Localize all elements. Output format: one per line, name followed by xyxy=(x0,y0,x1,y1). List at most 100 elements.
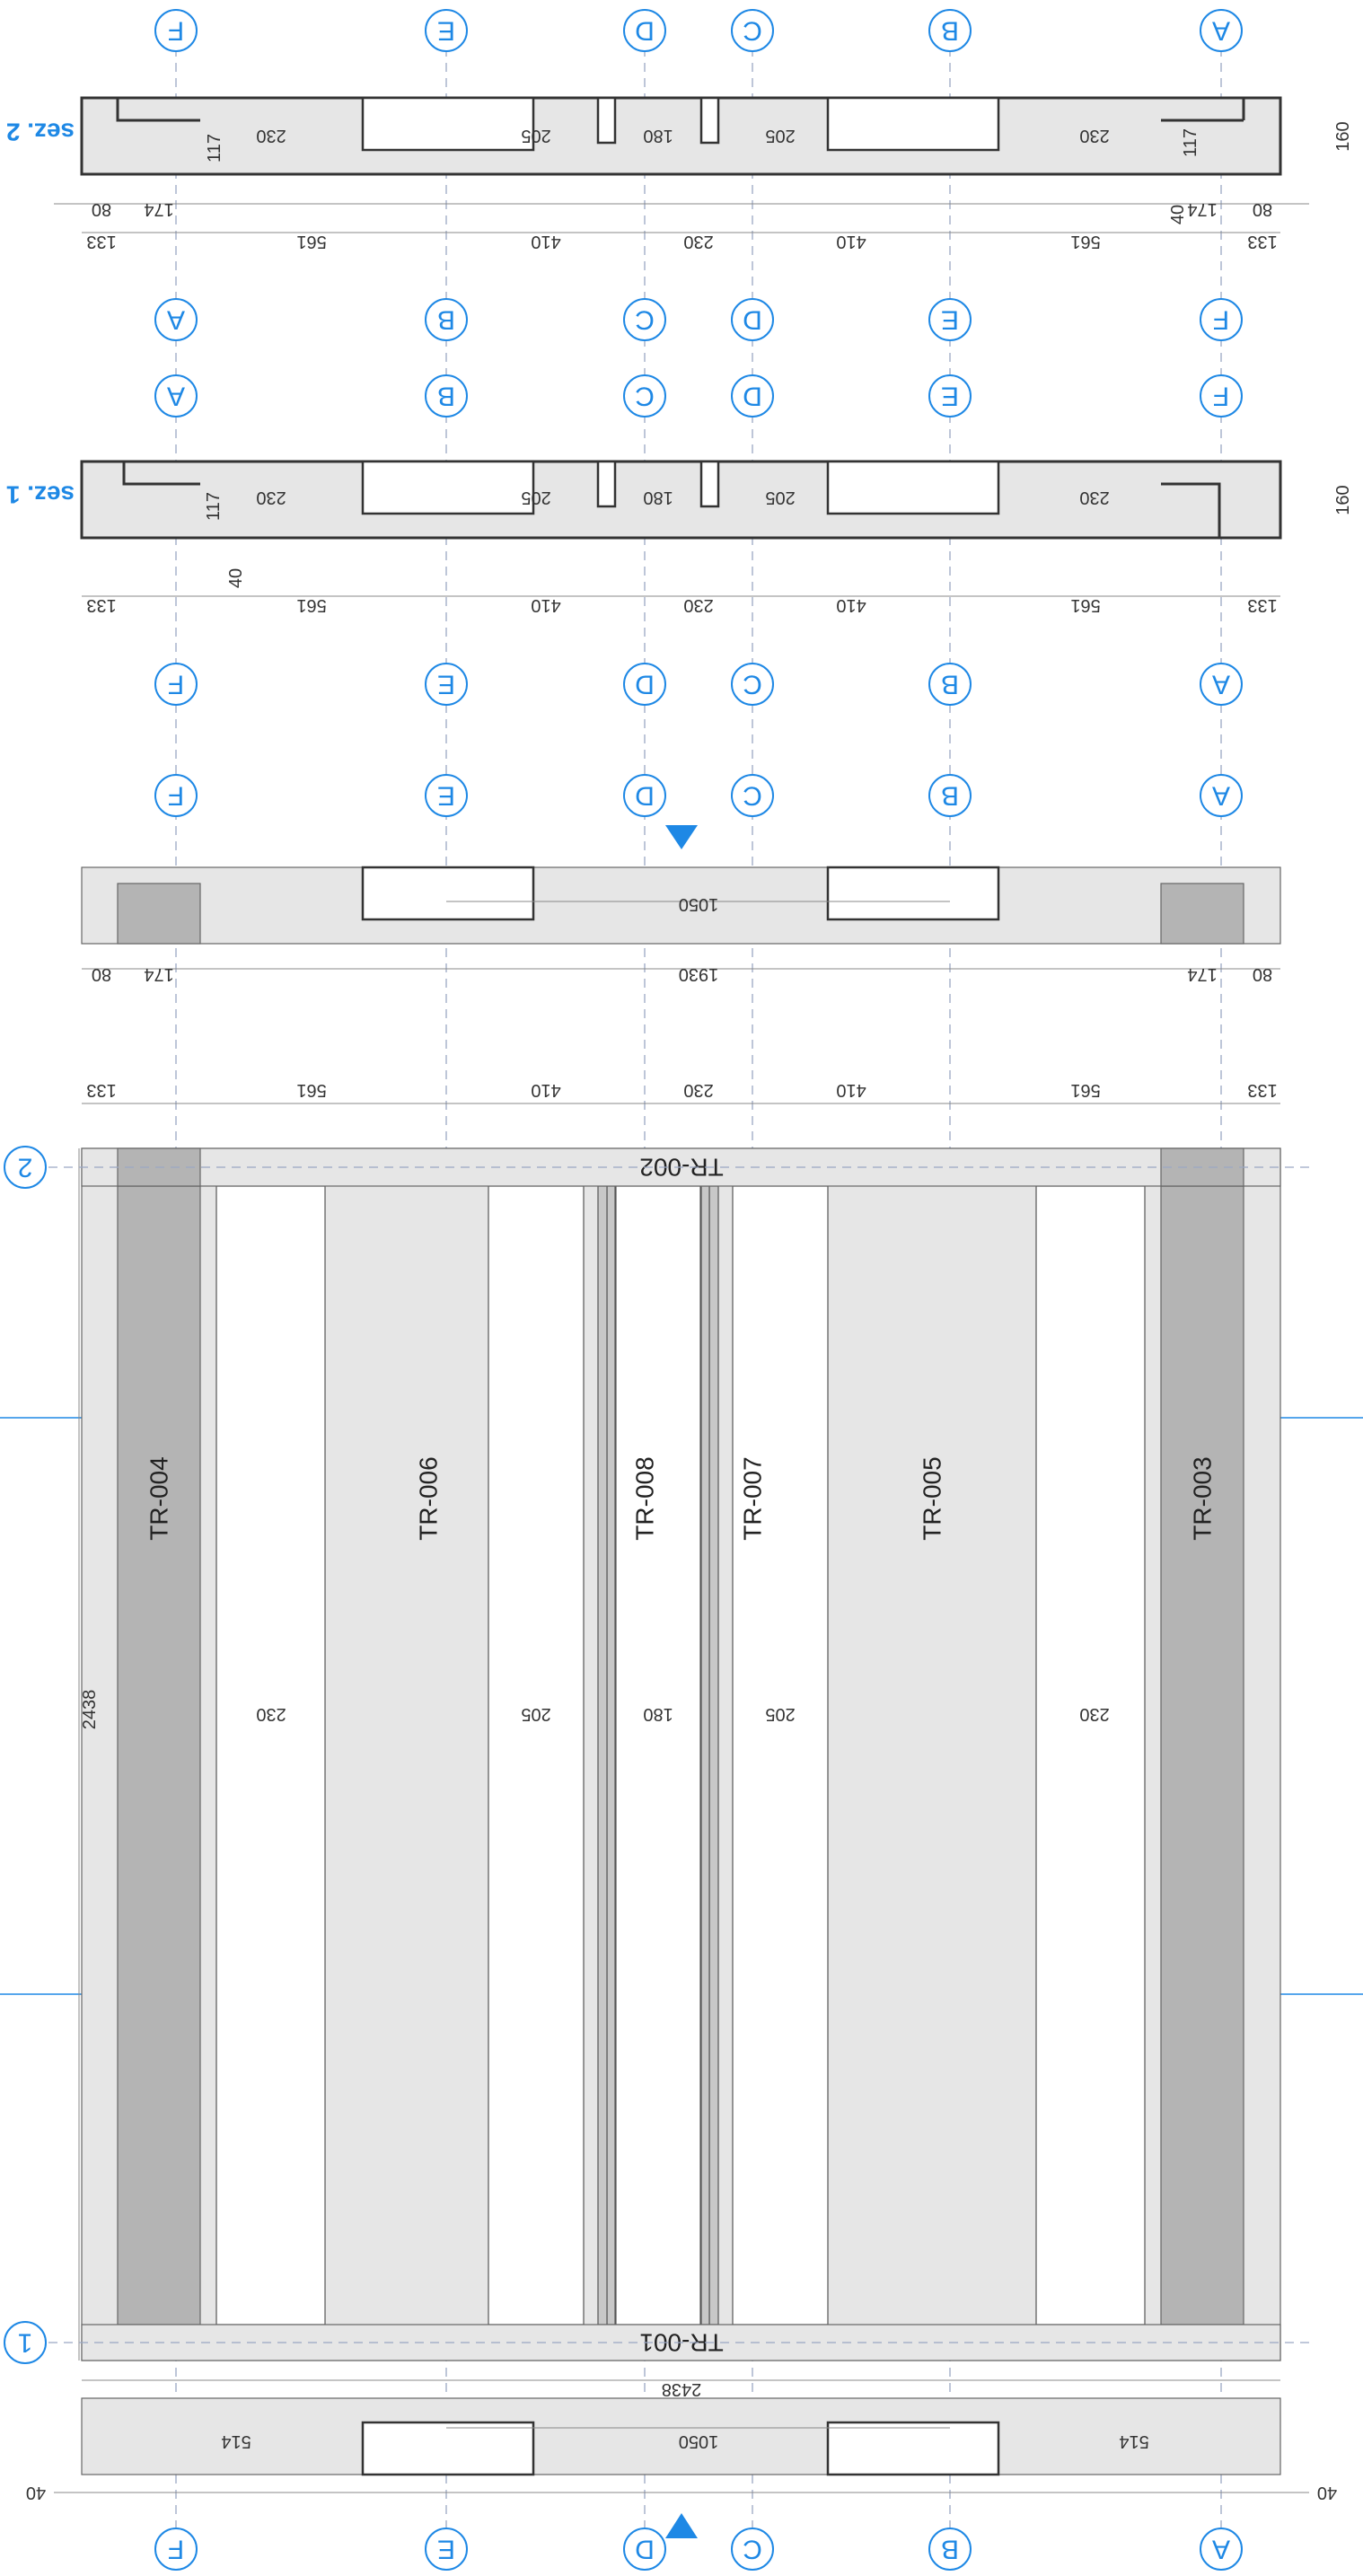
bubble-E-row1[interactable]: E xyxy=(425,774,468,817)
bubble-D-row3[interactable]: D xyxy=(731,374,774,418)
s2-dim-230-right: 230 xyxy=(256,126,286,145)
s1-dim-230-left: 230 xyxy=(1079,488,1109,507)
beam-TR-004 xyxy=(117,1185,201,2325)
svg-text:B: B xyxy=(437,382,455,411)
bubble-B-row3[interactable]: B xyxy=(425,374,468,418)
section-1-void-right xyxy=(361,460,535,515)
bubble-A-row0[interactable]: A xyxy=(1200,2528,1243,2571)
bubble-F-row3[interactable]: F xyxy=(1200,374,1243,418)
svg-text:A: A xyxy=(1212,2535,1230,2564)
bubble-C-row5[interactable]: C xyxy=(731,9,774,52)
svg-text:B: B xyxy=(941,2535,959,2564)
s2-dim-230-left: 230 xyxy=(1079,126,1109,145)
dim-230-left: 230 xyxy=(1079,1704,1109,1724)
svg-text:E: E xyxy=(437,781,455,811)
section-1-slot-2 xyxy=(596,460,617,508)
svg-text:E: E xyxy=(941,382,959,411)
bubble-F-row4[interactable]: F xyxy=(1200,298,1243,341)
s2-dim-133-left: 133 xyxy=(1247,232,1277,251)
bubble-F-row5[interactable]: F xyxy=(154,9,198,52)
label-TR-003: TR-003 xyxy=(1189,1456,1217,1540)
bubble-B-row0[interactable]: B xyxy=(928,2528,972,2571)
s1-dim-230-center: 230 xyxy=(683,595,713,615)
bubble-B-row4[interactable]: B xyxy=(425,298,468,341)
s2-dim-561-left: 561 xyxy=(1070,232,1100,251)
bubble-D-row5[interactable]: D xyxy=(623,9,666,52)
s2-dim-133-right: 133 xyxy=(86,232,116,251)
bubble-D-row0[interactable]: D xyxy=(623,2528,666,2571)
elevation-top-beam-right xyxy=(1160,883,1244,945)
s2-dim-410-left: 410 xyxy=(836,232,866,251)
beam-TR-003 xyxy=(1160,1185,1244,2325)
bubble-B-row5[interactable]: B xyxy=(928,9,972,52)
bubble-F-row2[interactable]: F xyxy=(154,663,198,706)
dim-80-right: 80 xyxy=(92,964,111,984)
elevation-top-void-right xyxy=(361,866,535,921)
bubble-E-row4[interactable]: E xyxy=(928,298,972,341)
dim-80-left: 80 xyxy=(1253,964,1272,984)
dim-40-right: 40 xyxy=(26,2483,46,2502)
svg-text:C: C xyxy=(743,16,762,46)
dim-561-right: 561 xyxy=(296,1080,326,1100)
section-1: 230 205 180 205 230 117 40 160 133 561 4… xyxy=(6,460,1353,615)
label-TR-007: TR-007 xyxy=(739,1456,767,1540)
s2-dim-117-left: 117 xyxy=(1181,128,1200,157)
opening-5 xyxy=(215,1185,326,2325)
dim-410-right: 410 xyxy=(531,1080,560,1100)
dim-205-right: 205 xyxy=(521,1704,550,1724)
label-TR-005: TR-005 xyxy=(919,1456,946,1540)
bubble-B-row1[interactable]: B xyxy=(928,774,972,817)
bubble-E-row2[interactable]: E xyxy=(425,663,468,706)
opening-3 xyxy=(615,1185,701,2325)
bubble-C-row4[interactable]: C xyxy=(623,298,666,341)
section-2-label: sez. 2 xyxy=(6,119,75,146)
opening-1 xyxy=(1035,1185,1146,2325)
elevation-top-void-left xyxy=(826,866,1000,921)
svg-text:E: E xyxy=(437,670,455,699)
s2-dim-180: 180 xyxy=(643,126,673,145)
svg-text:B: B xyxy=(941,781,959,811)
s2-dim-230-center: 230 xyxy=(683,232,713,251)
svg-text:D: D xyxy=(635,781,655,811)
s1-dim-133-left: 133 xyxy=(1247,595,1277,615)
rib-TR-008-b xyxy=(597,1185,608,2325)
bubble-D-row2[interactable]: D xyxy=(623,663,666,706)
bubble-A-row1[interactable]: A xyxy=(1200,774,1243,817)
svg-text:D: D xyxy=(743,382,762,411)
dim-230-center: 230 xyxy=(683,1080,713,1100)
s2-dim-117-right: 117 xyxy=(205,134,224,163)
bubble-D-row4[interactable]: D xyxy=(731,298,774,341)
svg-text:D: D xyxy=(635,2535,655,2564)
bubble-C-row1[interactable]: C xyxy=(731,774,774,817)
bubble-row-2[interactable]: 2 xyxy=(4,1146,47,1189)
bubble-E-row5[interactable]: E xyxy=(425,9,468,52)
dim-514-right: 514 xyxy=(221,2431,251,2451)
svg-text:A: A xyxy=(167,382,185,411)
bubble-row-1[interactable]: 1 xyxy=(4,2321,47,2364)
svg-text:2: 2 xyxy=(18,1153,33,1182)
elevation-top: 1050 80 174 1930 174 80 xyxy=(81,825,1281,984)
s2-dim-80-left: 80 xyxy=(1253,199,1272,219)
s2-dim-40: 40 xyxy=(1168,205,1188,224)
bubble-A-row4[interactable]: A xyxy=(154,298,198,341)
bubble-F-row0[interactable]: F xyxy=(154,2528,198,2571)
svg-text:B: B xyxy=(941,16,959,46)
bubble-B-row2[interactable]: B xyxy=(928,663,972,706)
svg-text:E: E xyxy=(437,16,455,46)
bubble-A-row5[interactable]: A xyxy=(1200,9,1243,52)
structural-drawing: 1050 514 514 40 40 TR-001 TR-002 TR-003 … xyxy=(0,9,1363,2571)
s1-dim-410-right: 410 xyxy=(531,595,560,615)
bubble-E-row0[interactable]: E xyxy=(425,2528,468,2571)
svg-text:A: A xyxy=(1212,16,1230,46)
bubble-D-row1[interactable]: D xyxy=(623,774,666,817)
bubble-C-row2[interactable]: C xyxy=(731,663,774,706)
section-1-slot-1 xyxy=(699,460,720,508)
bubble-A-row3[interactable]: A xyxy=(154,374,198,418)
s1-dim-230-right: 230 xyxy=(256,488,286,507)
bubble-C-row0[interactable]: C xyxy=(731,2528,774,2571)
bubble-C-row3[interactable]: C xyxy=(623,374,666,418)
bubble-E-row3[interactable]: E xyxy=(928,374,972,418)
section-arrow-bottom xyxy=(665,2513,698,2538)
bubble-A-row2[interactable]: A xyxy=(1200,663,1243,706)
bubble-F-row1[interactable]: F xyxy=(154,774,198,817)
